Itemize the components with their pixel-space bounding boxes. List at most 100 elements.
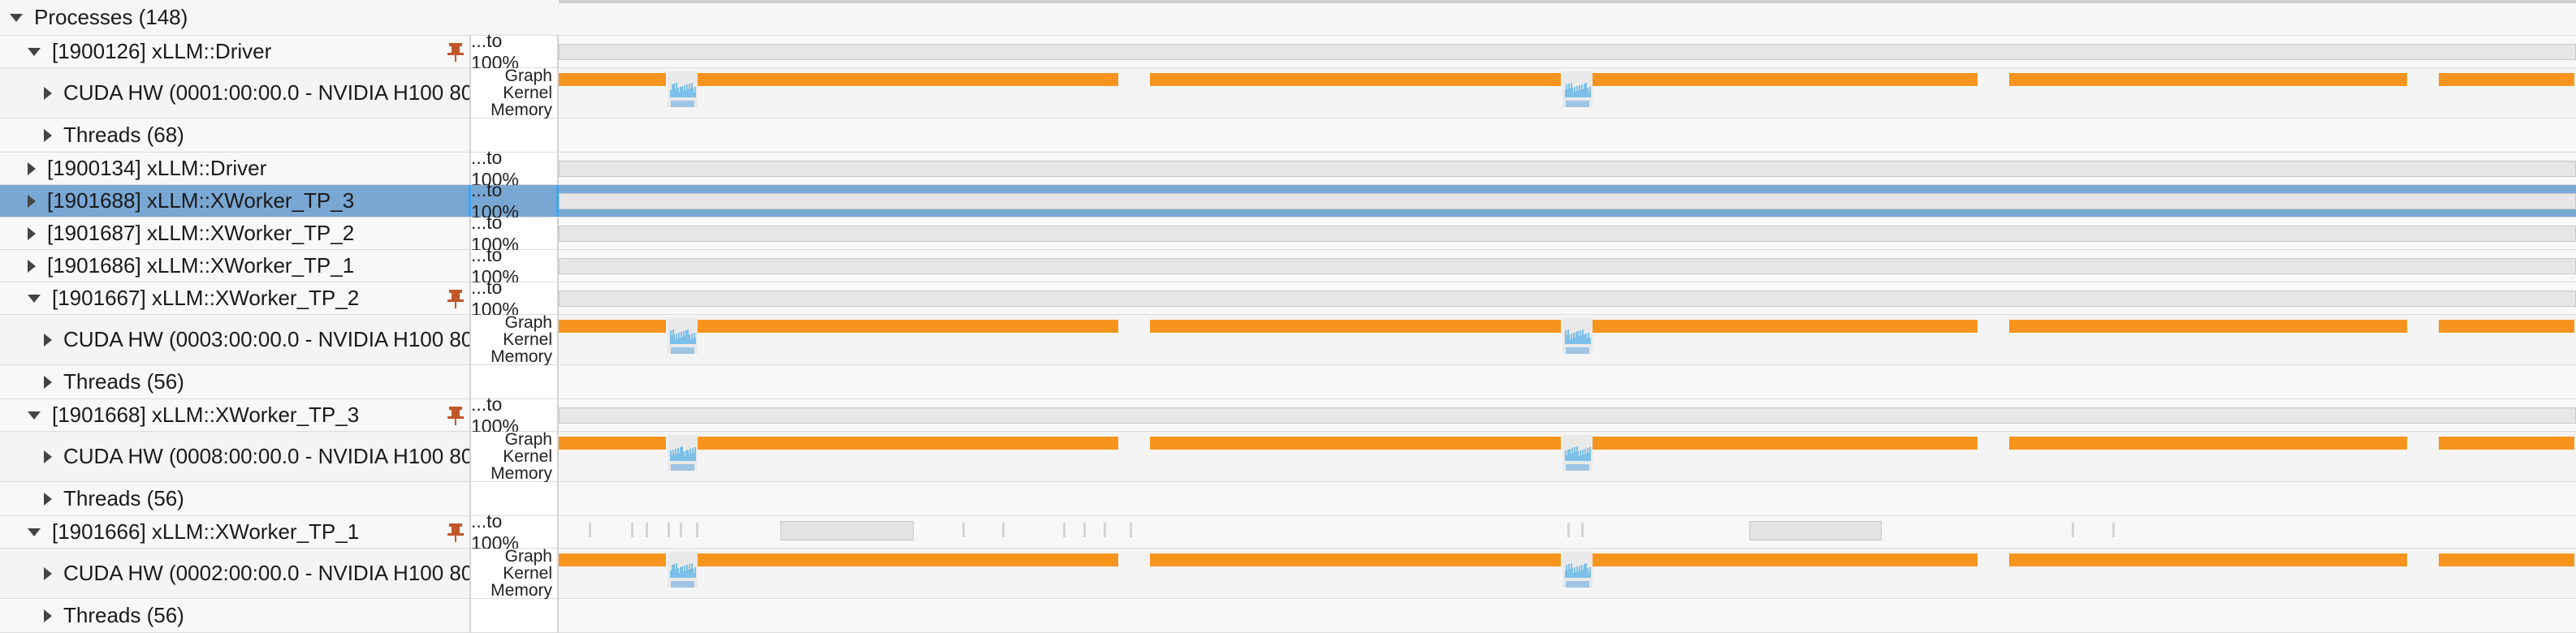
graph-segment[interactable] [698, 553, 1118, 566]
timeline-track[interactable] [559, 365, 2576, 398]
cuda-hw-row[interactable]: CUDA HW (0002:00:00.0 - NVIDIA H100 80GB… [0, 548, 2576, 599]
expand-arrow-icon[interactable] [44, 128, 52, 142]
graph-segment[interactable] [698, 73, 1118, 86]
expand-arrow-icon[interactable] [44, 566, 52, 580]
row-label[interactable]: [1901687] xLLM::XWorker_TP_2 [0, 217, 471, 249]
activity-tick[interactable] [1567, 523, 1570, 537]
row-label[interactable]: [1901668] xLLM::XWorker_TP_3 [0, 399, 471, 431]
kernel-activity-bar[interactable] [694, 87, 696, 97]
activity-tick[interactable] [1002, 523, 1005, 537]
row-label[interactable]: Threads (56) [0, 599, 471, 632]
process-row[interactable]: [1901666] xLLM::XWorker_TP_1 ...to 100% [0, 510, 2576, 553]
process-row[interactable]: [1901686] xLLM::XWorker_TP_1 ...to 100% [0, 244, 2576, 287]
timeline-track[interactable] [559, 399, 2576, 431]
graph-segment[interactable] [1593, 437, 1977, 450]
threads-row[interactable]: Threads (56) [0, 599, 2576, 633]
row-label[interactable]: Threads (68) [0, 118, 471, 152]
memory-op-mark[interactable] [1587, 347, 1590, 354]
thread-activity-range[interactable] [780, 521, 914, 540]
activity-tick[interactable] [680, 523, 683, 537]
timeline-track[interactable] [559, 432, 2576, 481]
graph-segment[interactable] [1593, 553, 1977, 566]
expand-arrow-icon[interactable] [44, 333, 52, 347]
timeline-track[interactable] [559, 516, 2576, 548]
expand-arrow-icon[interactable] [44, 375, 52, 389]
memory-op-mark[interactable] [1587, 581, 1590, 588]
graph-segment[interactable] [559, 73, 667, 86]
row-label[interactable]: CUDA HW (0001:00:00.0 - NVIDIA H100 80GB… [0, 68, 471, 118]
cpu-usage-bar[interactable] [559, 407, 2576, 424]
memory-op-mark[interactable] [1587, 464, 1590, 471]
kernel-activity-bar[interactable] [1588, 567, 1591, 578]
graph-segment[interactable] [698, 437, 1118, 450]
timeline-track[interactable] [559, 282, 2576, 314]
row-label[interactable]: CUDA HW (0003:00:00.0 - NVIDIA H100 80GB… [0, 315, 471, 364]
timeline-track[interactable] [559, 250, 2576, 282]
collapse-arrow-icon[interactable] [28, 294, 41, 303]
expand-arrow-icon[interactable] [28, 161, 36, 175]
graph-segment[interactable] [2008, 73, 2407, 86]
expand-arrow-icon[interactable] [28, 194, 36, 208]
activity-tick[interactable] [645, 523, 648, 537]
activity-tick[interactable] [1063, 523, 1065, 537]
activity-tick[interactable] [962, 523, 965, 537]
cpu-usage-bar[interactable] [559, 226, 2576, 242]
kernel-activity-bar[interactable] [1588, 447, 1591, 461]
pin-icon[interactable] [447, 41, 465, 62]
row-label[interactable]: CUDA HW (0002:00:00.0 - NVIDIA H100 80GB… [0, 549, 471, 598]
process-row[interactable]: [1900126] xLLM::Driver ...to 100% [0, 30, 2576, 73]
graph-segment[interactable] [2008, 320, 2407, 333]
kernel-activity-bar[interactable] [694, 567, 696, 578]
expand-arrow-icon[interactable] [28, 259, 36, 273]
process-row[interactable]: [1901687] xLLM::XWorker_TP_2 ...to 100% [0, 212, 2576, 255]
activity-tick[interactable] [2111, 523, 2115, 537]
process-row[interactable]: [1901667] xLLM::XWorker_TP_2 ...to 100% [0, 277, 2576, 320]
process-row[interactable]: [1901688] xLLM::XWorker_TP_3 ...to 100% [0, 179, 2576, 222]
timeline-track[interactable] [559, 36, 2576, 67]
kernel-activity-bar[interactable] [694, 338, 696, 344]
graph-segment[interactable] [2439, 553, 2574, 566]
timeline-track[interactable] [559, 153, 2576, 184]
timeline-track[interactable] [559, 217, 2576, 249]
row-label[interactable]: [1901666] xLLM::XWorker_TP_1 [0, 516, 471, 548]
collapse-arrow-icon[interactable] [28, 411, 41, 420]
timeline-track[interactable] [559, 549, 2576, 598]
graph-segment[interactable] [1149, 553, 1561, 566]
row-label[interactable]: [1900134] xLLM::Driver [0, 153, 471, 184]
graph-segment[interactable] [559, 437, 667, 450]
processes-header[interactable]: Processes (148) [0, 0, 2576, 36]
expand-arrow-icon[interactable] [28, 226, 36, 240]
threads-row[interactable]: Threads (56) [0, 365, 2576, 399]
activity-tick[interactable] [631, 523, 634, 537]
row-label[interactable]: CUDA HW (0008:00:00.0 - NVIDIA H100 80GB… [0, 432, 471, 481]
graph-segment[interactable] [1149, 437, 1561, 450]
cuda-hw-row[interactable]: CUDA HW (0008:00:00.0 - NVIDIA H100 80GB… [0, 431, 2576, 482]
timeline-track[interactable] [559, 118, 2576, 152]
graph-segment[interactable] [2008, 437, 2407, 450]
graph-segment[interactable] [1593, 73, 1977, 86]
row-label[interactable]: Threads (56) [0, 482, 471, 515]
graph-segment[interactable] [2439, 437, 2574, 450]
cuda-hw-row[interactable]: CUDA HW (0003:00:00.0 - NVIDIA H100 80GB… [0, 314, 2576, 365]
timeline-track[interactable] [559, 68, 2576, 118]
graph-segment[interactable] [698, 320, 1118, 333]
cpu-usage-bar[interactable] [559, 161, 2576, 177]
threads-row[interactable]: Threads (56) [0, 482, 2576, 516]
kernel-activity-bar[interactable] [1588, 87, 1591, 97]
expand-arrow-icon[interactable] [44, 609, 52, 622]
graph-segment[interactable] [2008, 553, 2407, 566]
row-label[interactable]: [1901688] xLLM::XWorker_TP_3 [0, 185, 471, 217]
processes-header-label[interactable]: Processes (148) [0, 0, 471, 35]
cpu-usage-bar[interactable] [559, 258, 2576, 274]
graph-segment[interactable] [559, 320, 667, 333]
expand-arrow-icon[interactable] [44, 492, 52, 506]
process-row[interactable]: [1901668] xLLM::XWorker_TP_3 ...to 100% [0, 394, 2576, 437]
memory-op-mark[interactable] [692, 464, 695, 471]
activity-tick[interactable] [589, 523, 592, 537]
kernel-activity-bar[interactable] [694, 447, 696, 461]
activity-tick[interactable] [2072, 523, 2074, 537]
cpu-usage-bar[interactable] [559, 44, 2576, 60]
memory-op-mark[interactable] [692, 581, 695, 588]
cpu-usage-bar[interactable] [559, 291, 2576, 307]
collapse-arrow-icon[interactable] [28, 47, 41, 56]
